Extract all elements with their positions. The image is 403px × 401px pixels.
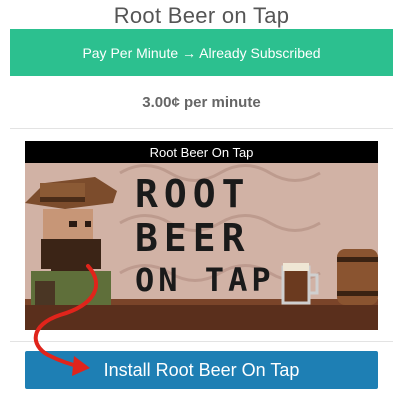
install-game-button[interactable]: Install Root Beer On Tap <box>25 351 378 389</box>
subscription-status-banner[interactable]: Pay Per Minute → Already Subscribed <box>10 29 393 76</box>
svg-text:ON TAP: ON TAP <box>135 261 275 299</box>
page-title: Root Beer on Tap <box>113 3 290 28</box>
divider-bottom <box>10 341 393 342</box>
svg-text:BEER: BEER <box>135 216 251 260</box>
game-card-title: Root Beer On Tap <box>25 141 378 163</box>
game-artwork: ROOT BEER ON TAP <box>25 163 378 330</box>
divider-top <box>10 128 393 129</box>
price-per-minute: 3.00¢ per minute <box>142 94 261 111</box>
svg-text:ROOT: ROOT <box>135 172 251 216</box>
game-card: Root Beer On Tap ROOT BEER ON TAP <box>25 141 378 330</box>
